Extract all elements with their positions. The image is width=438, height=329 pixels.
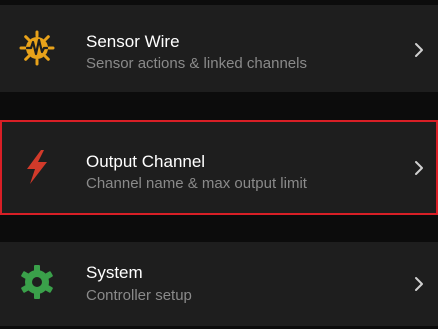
- gear-icon: [21, 265, 53, 299]
- menu-item-subtitle: Sensor actions & linked channels: [86, 55, 307, 72]
- menu-item-title: Output Channel: [86, 152, 206, 171]
- menu-item-subtitle: Controller setup: [86, 287, 192, 304]
- menu-item-subtitle: Channel name & max output limit: [86, 175, 307, 192]
- settings-menu: Sensor Wire Sensor actions & linked chan…: [0, 0, 438, 329]
- chevron-right-icon: [415, 161, 423, 175]
- menu-item-title: Sensor Wire: [86, 32, 180, 51]
- menu-item-sensor-wire[interactable]: Sensor Wire Sensor actions & linked chan…: [0, 5, 438, 92]
- lightning-bolt-icon: [27, 150, 47, 184]
- menu-item-title: System: [86, 263, 143, 282]
- sensor-waveform-icon: [19, 30, 55, 66]
- chevron-right-icon: [415, 43, 423, 57]
- menu-item-system[interactable]: System Controller setup: [0, 242, 438, 326]
- menu-item-output-channel[interactable]: Output Channel Channel name & max output…: [0, 120, 438, 215]
- chevron-right-icon: [415, 277, 423, 291]
